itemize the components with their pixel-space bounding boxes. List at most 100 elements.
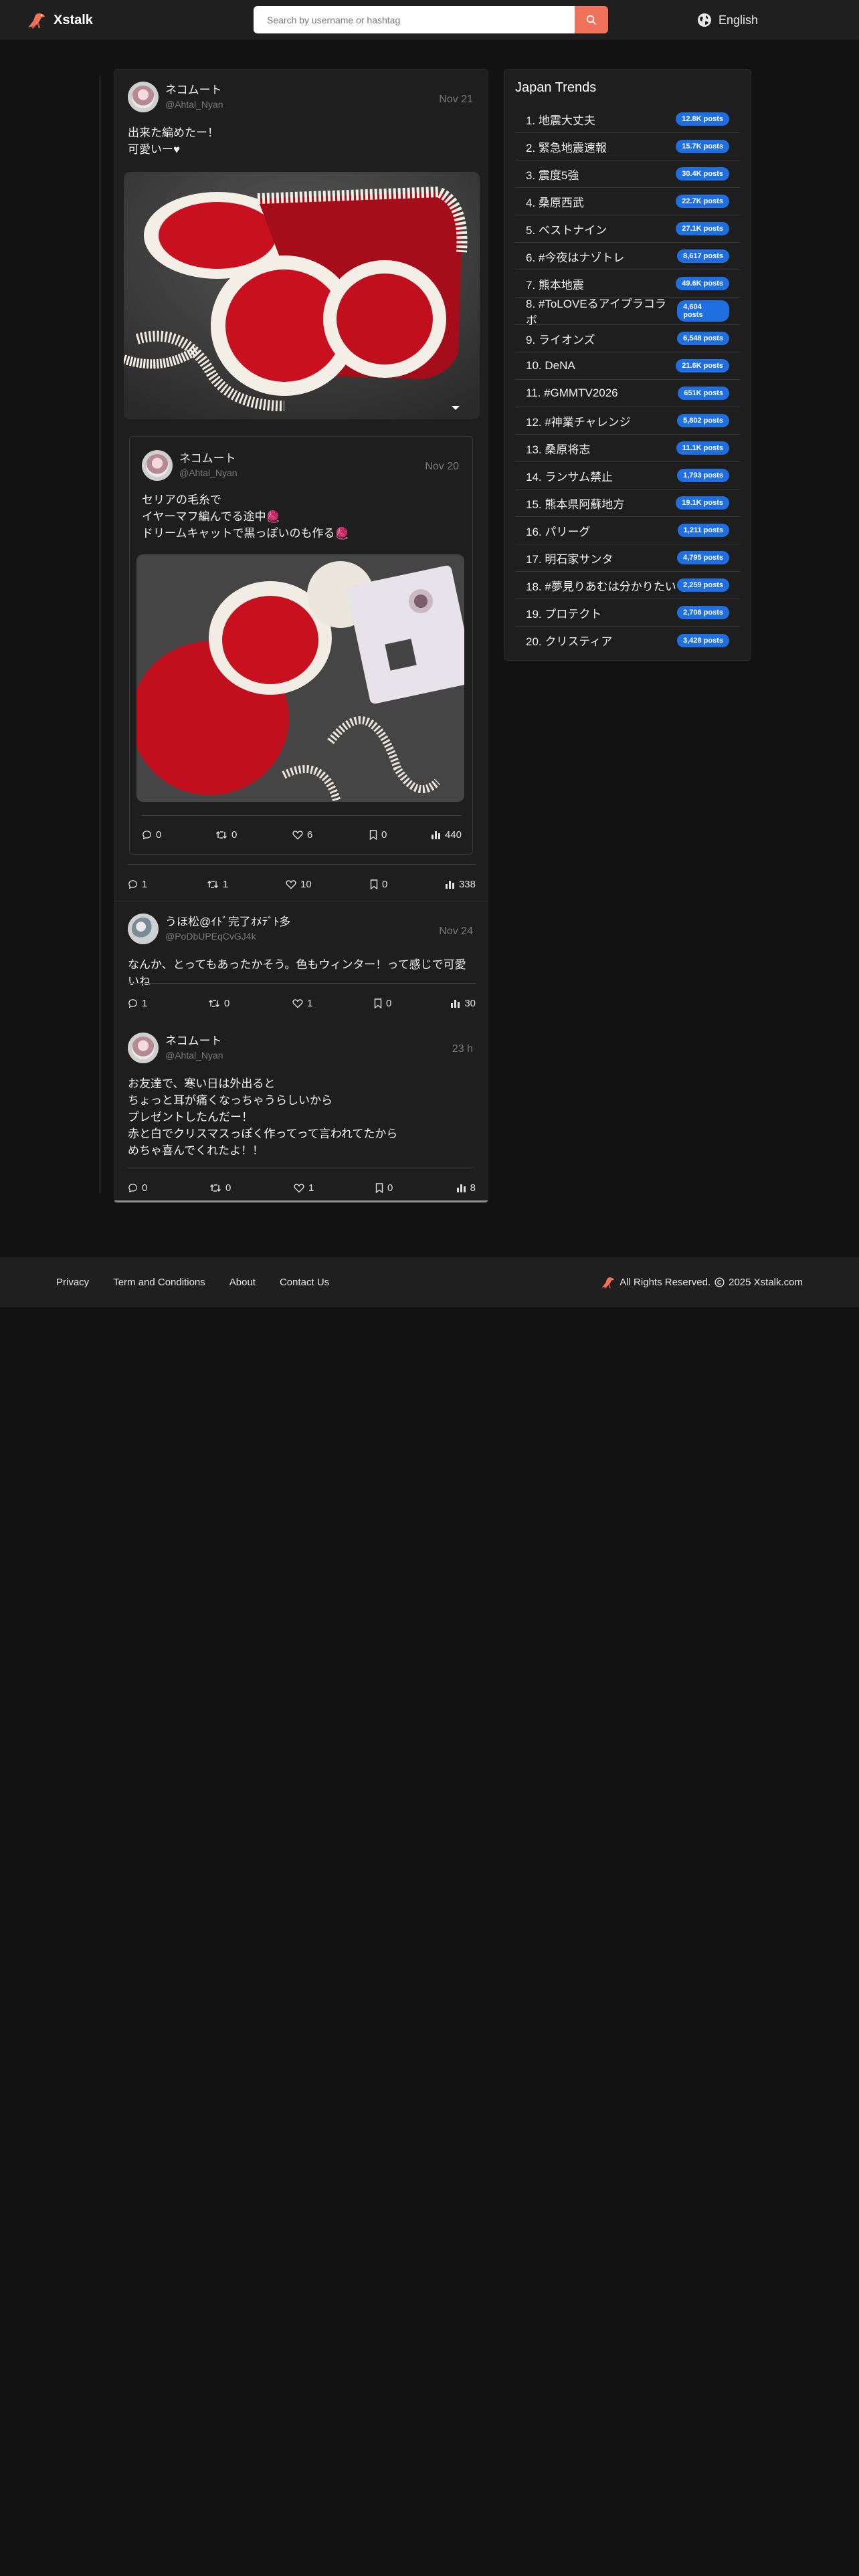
post-photo[interactable] (124, 172, 480, 419)
copyright-icon (714, 1277, 725, 1287)
brand-logo[interactable]: Xstalk (27, 9, 93, 31)
quoted-post[interactable]: ネコムート @Ahtal_Nyan Nov 20 セリアの毛糸で イヤーマフ編ん… (129, 436, 473, 855)
trend-label: 9. ライオンズ (526, 333, 595, 346)
reply-button[interactable]: 1 (128, 998, 147, 1009)
footer-link-terms[interactable]: Term and Conditions (113, 1277, 205, 1288)
trend-label: 2. 緊急地震速報 (526, 141, 607, 154)
trend-item[interactable]: 2. 緊急地震速報 15.7K posts (515, 133, 740, 160)
footer-link-about[interactable]: About (229, 1277, 256, 1288)
trend-item[interactable]: 17. 明石家サンタ 4,795 posts (515, 544, 740, 572)
like-count: 1 (307, 997, 313, 1009)
search-input[interactable] (254, 6, 575, 33)
post-count-badge: 19.1K posts (676, 496, 729, 510)
post-count-badge: 21.6K posts (676, 359, 729, 372)
post-photo[interactable] (136, 554, 464, 802)
views-stat[interactable]: 8 (456, 1182, 476, 1194)
quoted-post-author[interactable]: ネコムート @Ahtal_Nyan (142, 450, 237, 481)
author-handle: @Ahtal_Nyan (179, 467, 237, 478)
trend-item[interactable]: 10. DeNA 21.6K posts (515, 352, 740, 380)
reply-author[interactable]: うほ松@ｲﾄﾞ完了ｵﾒﾃﾞﾄ多 @PoDbUPEqCvGJ4k (128, 914, 290, 944)
trend-item[interactable]: 9. ライオンズ 6,548 posts (515, 325, 740, 352)
avatar[interactable] (142, 450, 173, 481)
thread-bottom-border (114, 1200, 488, 1202)
repost-button[interactable]: 1 (207, 879, 228, 890)
like-button[interactable]: 10 (286, 879, 312, 890)
view-count: 8 (470, 1182, 476, 1194)
bookmark-button[interactable]: 0 (370, 879, 387, 890)
views-stat[interactable]: 338 (445, 879, 476, 890)
reply-count: 1 (142, 878, 148, 890)
author-handle: @Ahtal_Nyan (165, 99, 223, 110)
trend-item[interactable]: 19. プロテクト 2,706 posts (515, 599, 740, 627)
bookmark-count: 0 (382, 878, 388, 890)
trend-item[interactable]: 12. #神業チャレンジ 5,802 posts (515, 407, 740, 435)
repost-icon (207, 880, 219, 888)
avatar[interactable] (128, 914, 159, 944)
main-post-author[interactable]: ネコムート @Ahtal_Nyan (128, 82, 223, 112)
repost-button[interactable]: 0 (209, 1182, 231, 1194)
language-selector[interactable]: English (697, 9, 758, 31)
trend-item[interactable]: 20. クリスティア 3,428 posts (515, 627, 740, 654)
search-bar (254, 6, 608, 33)
reply-author[interactable]: ネコムート @Ahtal_Nyan (128, 1033, 223, 1063)
reply-button[interactable]: 1 (128, 879, 147, 890)
trend-item[interactable]: 8. #ToLOVEるアイプラコラボ 4,604 posts (515, 298, 740, 327)
post-count-badge: 30.4K posts (676, 167, 729, 181)
trend-label: 13. 桑原将志 (526, 443, 591, 456)
trend-label: 1. 地震大丈夫 (526, 114, 595, 127)
author-handle: @PoDbUPEqCvGJ4k (165, 931, 256, 942)
reply-count: 0 (156, 829, 162, 841)
bookmark-icon (370, 879, 378, 889)
like-button[interactable]: 1 (294, 1182, 314, 1194)
trend-item[interactable]: 6. #今夜はナゾトレ 8,617 posts (515, 243, 740, 270)
trend-label: 18. #夢見りあむは分かりたい (526, 580, 676, 593)
comment-icon (128, 1183, 137, 1192)
trend-item[interactable]: 13. 桑原将志 11.1K posts (515, 435, 740, 462)
views-stat[interactable]: 440 (431, 829, 462, 841)
repost-button[interactable]: 0 (208, 998, 229, 1009)
author-name: うほ松@ｲﾄﾞ完了ｵﾒﾃﾞﾄ多 (165, 916, 291, 928)
trend-label: 11. #GMMTV2026 (526, 387, 618, 399)
trend-item[interactable]: 4. 桑原西武 22.7K posts (515, 188, 740, 215)
trend-label: 14. ランサム禁止 (526, 470, 613, 484)
search-button[interactable] (575, 6, 608, 33)
trend-item[interactable]: 14. ランサム禁止 1,793 posts (515, 462, 740, 490)
post-count-badge: 8,617 posts (677, 249, 729, 263)
trend-item[interactable]: 5. ベストナイン 27.1K posts (515, 215, 740, 243)
trend-item[interactable]: 7. 熊本地震 49.6K posts (515, 270, 740, 298)
post-text: セリアの毛糸で イヤーマフ編んでる途中🧶 ドリームキャットで黒っぽいのも作る🧶 (142, 494, 349, 540)
repost-button[interactable]: 0 (215, 829, 237, 841)
post-count-badge: 22.7K posts (676, 195, 729, 208)
trend-list: 1. 地震大丈夫 12.8K posts 2. 緊急地震速報 15.7K posts… (515, 106, 740, 654)
quoted-post-actions: 0 0 6 0 440 (142, 827, 462, 843)
like-button[interactable]: 6 (292, 829, 312, 841)
trend-item[interactable]: 16. パリーグ 1,211 posts (515, 517, 740, 544)
bookmark-icon (375, 1182, 383, 1193)
reply-button[interactable]: 0 (142, 829, 161, 841)
post-count-badge: 4,795 posts (677, 551, 729, 564)
like-count: 6 (307, 829, 313, 841)
trend-item[interactable]: 1. 地震大丈夫 12.8K posts (515, 106, 740, 133)
trend-item[interactable]: 15. 熊本県阿蘇地方 19.1K posts (515, 490, 740, 517)
avatar[interactable] (128, 82, 159, 112)
bookmark-button[interactable]: 0 (375, 1182, 393, 1194)
comment-icon (128, 879, 137, 889)
trend-item[interactable]: 18. #夢見りあむは分かりたい 2,259 posts (515, 572, 740, 599)
post-count-badge: 1,211 posts (677, 524, 729, 537)
repost-icon (215, 831, 227, 839)
reply-button[interactable]: 0 (128, 1182, 147, 1194)
avatar[interactable] (128, 1033, 159, 1063)
copyright-text: All Rights Reserved. (619, 1277, 711, 1288)
bookmark-button[interactable]: 0 (369, 829, 387, 841)
globe-icon (698, 13, 711, 27)
top-header: Xstalk English (0, 0, 859, 40)
trend-item[interactable]: 11. #GMMTV2026 651K posts (515, 380, 740, 407)
trend-item[interactable]: 3. 震度5強 30.4K posts (515, 160, 740, 188)
post-count-badge: 11.1K posts (676, 441, 729, 455)
footer-link-contact[interactable]: Contact Us (280, 1277, 329, 1288)
views-stat[interactable]: 30 (450, 998, 476, 1009)
bookmark-button[interactable]: 0 (374, 998, 391, 1009)
footer-link-privacy[interactable]: Privacy (56, 1277, 89, 1288)
reply-actions: 0 0 1 0 8 (128, 1180, 476, 1196)
like-button[interactable]: 1 (292, 998, 312, 1009)
